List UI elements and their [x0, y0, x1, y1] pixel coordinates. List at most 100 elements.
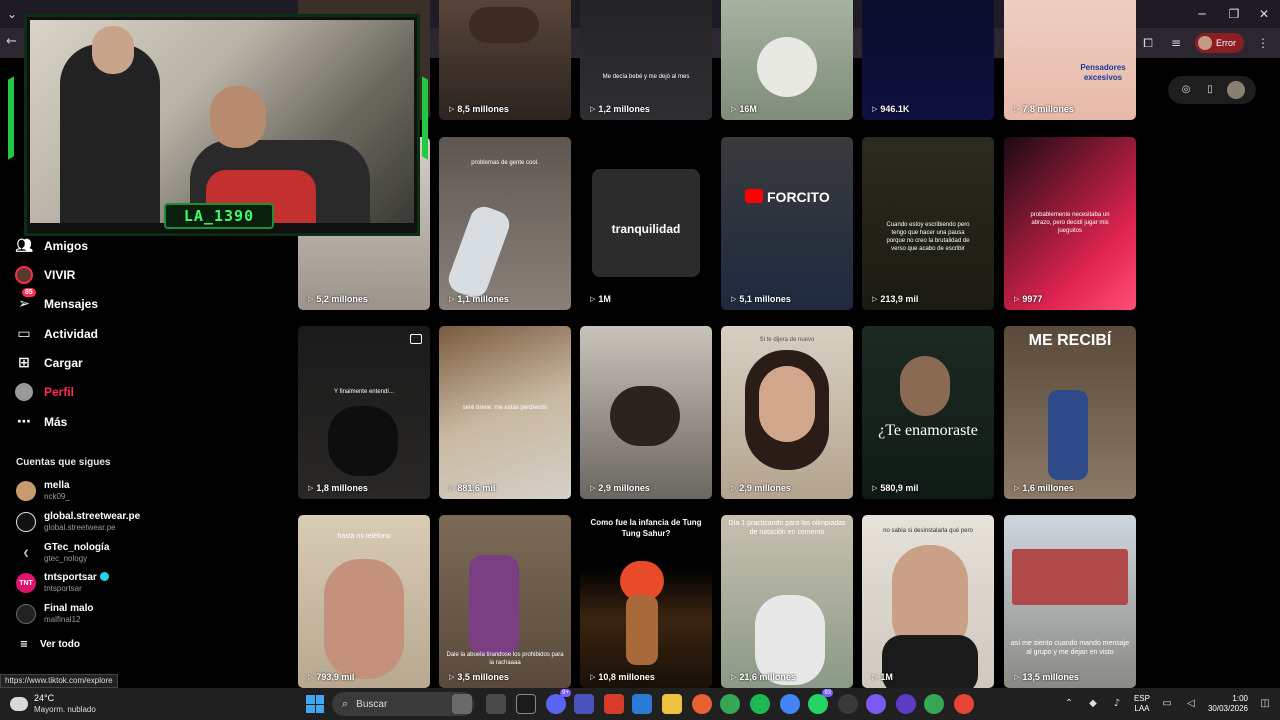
following-account[interactable]: Final malo malfinal12 — [16, 599, 93, 629]
following-account[interactable]: TNT tntsportsar tntsportsar — [16, 568, 109, 598]
video-tile[interactable]: ▷ 16M — [721, 0, 853, 120]
app-tray-icon[interactable]: ◆ — [1086, 697, 1100, 711]
nav-item-cargar[interactable]: ⊞ Cargar — [14, 351, 83, 375]
start-button[interactable] — [306, 695, 324, 713]
video-caption: tranquilidad — [611, 222, 681, 236]
view-count: 10,8 millones — [598, 672, 655, 682]
user-avatar[interactable] — [1227, 81, 1245, 99]
media-controls-icon[interactable]: ≡ — [1167, 34, 1185, 52]
play-icon: ▷ — [449, 295, 455, 303]
profile-error-button[interactable]: Error — [1195, 33, 1244, 53]
teams-icon[interactable] — [574, 694, 594, 714]
overlay-accent-right — [422, 76, 428, 160]
chrome-icon[interactable] — [924, 694, 944, 714]
see-all-button[interactable]: ≡ Ver todo — [18, 636, 80, 652]
phone-icon[interactable]: ▯ — [1203, 83, 1217, 97]
video-tile[interactable]: Me decía bebé y me dejó al mes ▷ 1,2 mill… — [580, 0, 712, 120]
video-tile[interactable]: ▷ 2,9 millones — [580, 326, 712, 499]
nav-item-vivir[interactable]: VIVIR — [14, 263, 75, 287]
nav-item-actividad[interactable]: ▭ Actividad — [14, 322, 98, 346]
maximize-button[interactable]: ❐ — [1226, 6, 1242, 22]
activity-icon: ▭ — [17, 326, 31, 342]
weather-widget[interactable]: 24°C Mayorm. nublado — [10, 691, 96, 717]
search-icon: ⌕ — [342, 697, 349, 710]
video-tile[interactable]: ¿Te enamoraste ▷ 580,9 mil — [862, 326, 994, 499]
view-count: 2,9 millones — [739, 483, 791, 493]
volume-icon[interactable]: ◁ — [1184, 697, 1198, 711]
video-tile[interactable]: Día 1 practicando para las olimpiadas de… — [721, 515, 853, 688]
video-tile[interactable]: seré breve: me estás perdiendo ▷ 881,6 mi… — [439, 326, 571, 499]
chrome-icon[interactable] — [720, 694, 740, 714]
streamer-name-tag: LA_1390 — [164, 203, 274, 229]
notifications-icon[interactable]: ◫ — [1258, 697, 1272, 711]
error-label: Error — [1216, 38, 1236, 48]
nav-item-mas[interactable]: ⋯ Más — [14, 410, 67, 434]
following-account[interactable]: mella nck09_ — [16, 476, 70, 506]
task-view-icon[interactable] — [486, 694, 506, 714]
clock[interactable]: 1:00 30/03/2026 — [1208, 694, 1248, 714]
nav-label: Actividad — [44, 327, 99, 341]
view-count: 16M — [739, 104, 757, 114]
minimize-button[interactable]: ─ — [1194, 6, 1210, 22]
video-caption: no sabía si desinstalarla qué pero — [883, 528, 973, 534]
network-icon[interactable]: ▭ — [1160, 697, 1174, 711]
floating-controls: ◎ ▯ — [1168, 76, 1256, 104]
video-tile[interactable]: Dale la abuela tirandose los prohibidos … — [439, 515, 571, 688]
video-caption: Como fue la infancia de Tung Tung Sahur? — [590, 518, 702, 538]
microphone-icon[interactable]: ♪ — [1110, 697, 1124, 711]
view-count: 9977 — [1022, 294, 1043, 304]
language-indicator[interactable]: ESP LAA — [1134, 694, 1150, 714]
obs-icon[interactable] — [896, 694, 916, 714]
video-tile[interactable]: ▷ 946.1K — [862, 0, 994, 120]
app-icon[interactable] — [866, 694, 886, 714]
extensions-icon[interactable]: ⧠ — [1139, 34, 1157, 52]
chevron-up-icon[interactable]: ⌃ — [1062, 697, 1076, 711]
following-account[interactable]: global.streetwear.pe global.streetwear.pe — [16, 507, 140, 537]
video-tile[interactable]: tranquilidad ▷ 1M — [580, 137, 712, 310]
messages-badge: 85 — [22, 288, 36, 297]
video-tile[interactable]: FORCITO ▷ 5,1 millones — [721, 137, 853, 310]
video-tile[interactable]: Cuando estoy escribiendo pero tengo que … — [862, 137, 994, 310]
video-tile[interactable]: Pensadores excesivos ▷ 7,8 millones — [1004, 0, 1136, 120]
video-caption: así me siento cuando mando mensaje al gr… — [1010, 640, 1130, 656]
following-account[interactable]: ❮ GTec_nología gtec_nology — [16, 538, 109, 568]
close-window-button[interactable]: ✕ — [1256, 6, 1272, 22]
video-tile[interactable]: Si te dijera de nuevo ▷ 2,9 millones — [721, 326, 853, 499]
kebab-menu-icon[interactable]: ⋮ — [1254, 34, 1272, 52]
nav-label: Amigos — [44, 239, 89, 253]
nav-item-amigos[interactable]: 👥︎ Amigos — [14, 234, 88, 258]
video-tile[interactable]: ▷ 8,5 millones — [439, 0, 571, 120]
chrome-profile-icon[interactable] — [780, 694, 800, 714]
avatar — [16, 512, 36, 532]
nav-item-perfil[interactable]: Perfil — [14, 380, 74, 404]
video-tile[interactable]: problemas de gente cool. ▷ 1,1 millones — [439, 137, 571, 310]
discord-icon[interactable]: 9+ — [546, 689, 571, 714]
epic-games-icon[interactable] — [516, 694, 536, 714]
video-tile[interactable]: ME RECIBÍ ▷ 1,6 millones — [1004, 326, 1136, 499]
video-tile[interactable]: probablemente necesitaba un abrazo, pero… — [1004, 137, 1136, 310]
search-highlight-icon[interactable] — [452, 694, 472, 714]
video-tile[interactable]: Como fue la infancia de Tung Tung Sahur?… — [580, 515, 712, 688]
app-icon[interactable] — [604, 694, 624, 714]
microsoft-store-icon[interactable] — [632, 694, 652, 714]
view-count: 946.1K — [880, 104, 910, 114]
video-tile[interactable]: hasta mi teléfono ▷ 793,9 mil — [298, 515, 430, 688]
video-caption: Día 1 practicando para las olimpiadas de… — [728, 520, 846, 536]
nav-label: Mensajes — [44, 297, 99, 311]
compass-icon[interactable]: ◎ — [1179, 83, 1193, 97]
video-caption: Dale la abuela tirandose los prohibidos … — [446, 652, 564, 666]
lang-bottom: LAA — [1134, 704, 1150, 713]
video-caption: problemas de gente cool. — [471, 160, 539, 166]
video-tile[interactable]: Y finalmente entendí... ▷ 1,8 millones — [298, 326, 430, 499]
nav-item-mensajes[interactable]: ➢ 85 Mensajes — [14, 288, 99, 316]
chrome-active-icon[interactable] — [954, 694, 974, 714]
search-placeholder: Buscar — [356, 698, 388, 710]
app-icon[interactable] — [838, 694, 858, 714]
browser-icon[interactable] — [692, 694, 712, 714]
view-count: 5,2 millones — [316, 294, 368, 304]
file-explorer-icon[interactable] — [662, 694, 682, 714]
video-tile[interactable]: no sabía si desinstalarla qué pero ▷ 1M — [862, 515, 994, 688]
video-tile[interactable]: así me siento cuando mando mensaje al gr… — [1004, 515, 1136, 688]
whatsapp-icon[interactable]: 93 — [808, 689, 833, 714]
spotify-icon[interactable] — [750, 694, 770, 714]
